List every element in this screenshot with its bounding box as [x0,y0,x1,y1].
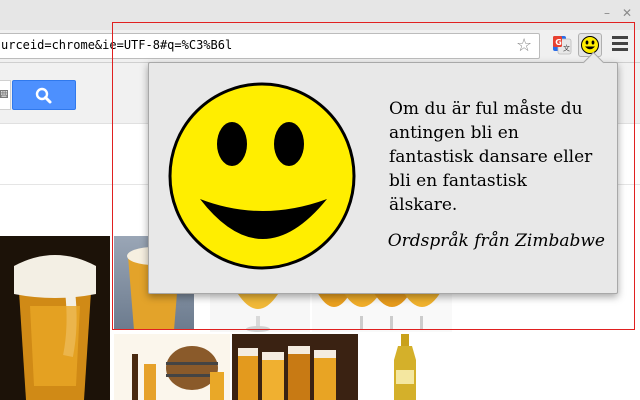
image-result-beer-bottle[interactable] [360,334,450,400]
image-result-beer-barrel[interactable] [114,334,230,400]
browser-titlebar: – ✕ [0,0,640,30]
search-button[interactable] [12,80,76,110]
smiley-extension-icon[interactable] [578,33,602,57]
magnifier-icon [35,87,52,104]
close-button[interactable]: ✕ [618,6,636,20]
popup-quote: Om du är ful måste du antingen bli en fa… [389,99,593,215]
translate-extension-icon[interactable]: G 文 [550,33,574,57]
svg-text:文: 文 [563,44,570,53]
hamburger-menu-icon[interactable] [612,36,628,54]
minimize-button[interactable]: – [598,6,616,20]
image-result-beer-glass[interactable] [0,236,110,400]
star-outline-icon[interactable]: ☆ [516,36,532,56]
image-result-beer-mugs[interactable] [232,334,358,400]
image-result-beer-goblet[interactable] [210,290,310,332]
keyboard-icon[interactable] [0,90,8,98]
smiley-face-icon [168,82,356,270]
svg-text:G: G [555,38,562,47]
address-bar[interactable]: urceid=chrome&ie=UTF-8#q=%C3%B6l ☆ [0,33,540,59]
image-result-beer-glasses[interactable] [312,290,452,332]
popup-attribution: Ordspråk från Zimbabwe [387,231,605,251]
address-bar-url[interactable]: urceid=chrome&ie=UTF-8#q=%C3%B6l [1,38,232,52]
extension-popup: Om du är ful måste du antingen bli en fa… [148,51,618,294]
browser-toolbar: urceid=chrome&ie=UTF-8#q=%C3%B6l ☆ G 文 [0,30,640,63]
